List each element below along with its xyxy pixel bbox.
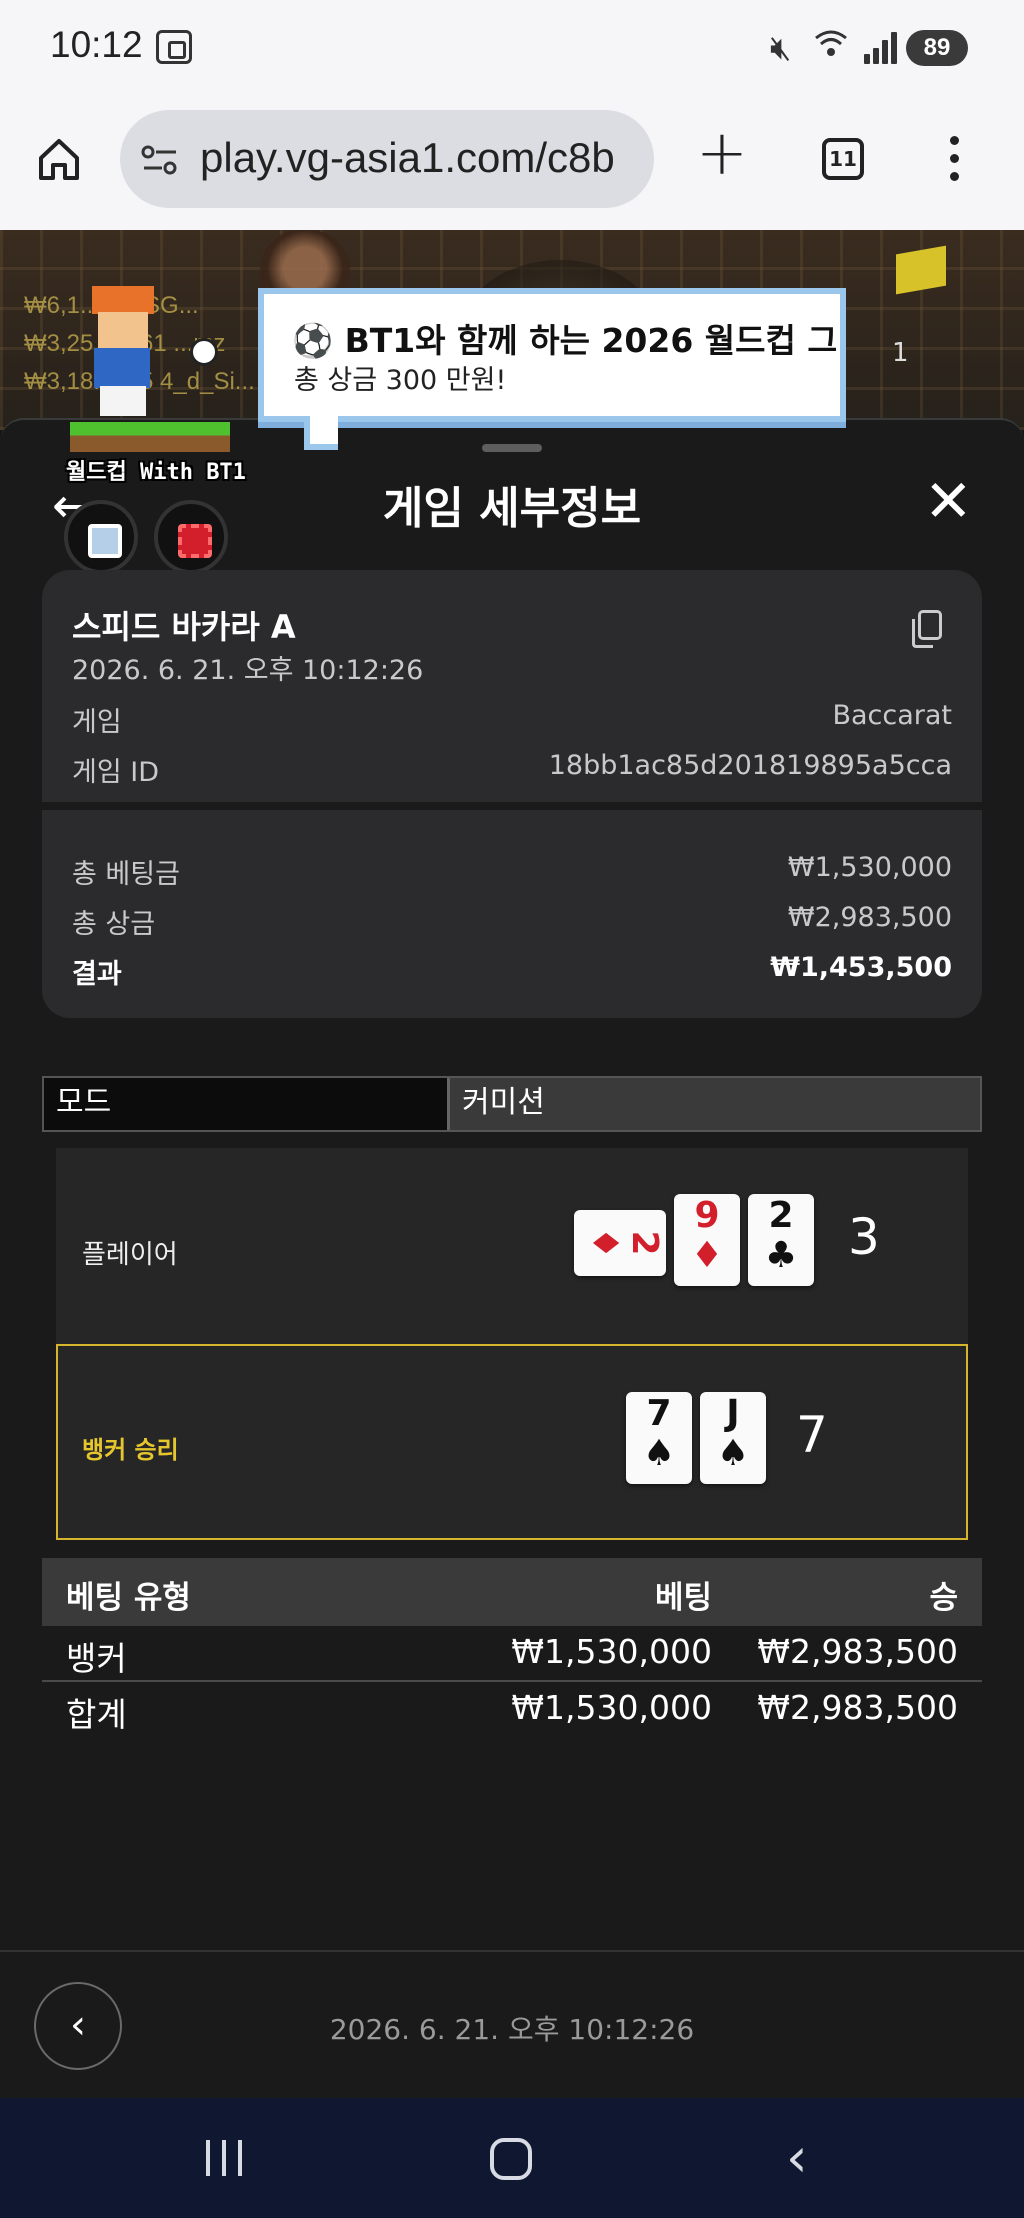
screenshot-icon [156,30,192,64]
playing-card: 2 ♦ [574,1210,666,1276]
site-settings-icon[interactable] [140,144,180,176]
banker-total: 7 [796,1406,828,1464]
recent-apps-icon[interactable] [206,2140,246,2176]
player-hand: 플레이어 2 ♦ 9 ♦ 2 ♣ 3 [56,1148,968,1344]
drag-handle[interactable] [482,444,542,452]
promo-subtitle: 총 상금 300 만원! [294,365,507,396]
chip-icon [154,500,228,574]
table-row: 뱅커 ₩1,530,000 ₩2,983,500 [42,1626,982,1682]
tab-mode[interactable]: 모드 [44,1078,450,1130]
mode-tabs: 모드 커미션 [42,1076,982,1132]
game-info-card: 스피드 바카라 A 2026. 6. 21. 오후 10:12:26 게임 Ba… [42,570,982,1018]
soccer-ball-icon [190,338,218,366]
copy-icon[interactable] [912,610,942,648]
url-text: play.vg-asia1.com/c8b [200,134,615,181]
player-label: 플레이어 [82,1240,178,1270]
promo-title: ⚽ BT1와 함께 하는 2026 월드컵 그... [292,321,836,360]
promo-banner[interactable]: ⚽ BT1와 함께 하는 2026 월드컵 그... 총 상금 300 만원! [258,288,846,450]
back-icon[interactable]: ‹ [786,2126,808,2189]
close-icon[interactable]: ✕ [924,472,973,530]
banker-hand: 뱅커 승리 7 ♠ J ♠ 7 [56,1344,968,1540]
mute-icon: 🔇︎ [770,28,792,68]
signal-icon [864,32,898,64]
worldcup-character-icon[interactable]: 월드컵 With BT1 [66,282,246,492]
tab-commission[interactable]: 커미션 [450,1078,980,1130]
character-caption: 월드컵 With BT1 [66,460,246,485]
browser-toolbar: play.vg-asia1.com/c8b + 11 [0,96,1024,230]
home-button-icon[interactable] [490,2138,532,2180]
playing-card: 2 ♣ [748,1194,814,1286]
table-row-total: 합계 ₩1,530,000 ₩2,983,500 [66,1688,958,1734]
playing-card: 7 ♠ [626,1392,692,1484]
status-bar: 10:12 🔇︎ 89 [0,0,1024,96]
banker-win-label: 뱅커 승리 [82,1436,179,1464]
game-datetime: 2026. 6. 21. 오후 10:12:26 [72,655,424,686]
playing-card: 9 ♦ [674,1194,740,1286]
home-icon[interactable] [36,136,82,182]
more-menu-icon[interactable] [950,136,960,186]
game-details-sheet: ← 게임 세부정보 ✕ 스피드 바카라 A 2026. 6. 21. 오후 10… [0,418,1024,2100]
address-bar[interactable]: play.vg-asia1.com/c8b [120,110,654,208]
battery-indicator: 89 [906,30,968,66]
sheet-footer: ‹ 2026. 6. 21. 오후 10:12:26 [0,1950,1024,2100]
tab-switcher-button[interactable]: 11 [822,138,864,180]
player-count: 1 [892,338,909,368]
wifi-icon [814,26,848,69]
bets-table: 베팅 유형 베팅 승 뱅커 ₩1,530,000 ₩2,983,500 합계 ₩… [42,1558,982,1738]
game-name: 스피드 바카라 A [72,608,296,646]
table-header: 베팅 유형 베팅 승 [42,1558,982,1626]
chip-icon [64,500,138,574]
system-navigation-bar: ‹ [0,2098,1024,2218]
playing-card: J ♠ [700,1392,766,1484]
status-time: 10:12 [50,24,143,65]
player-total: 3 [848,1208,880,1266]
new-tab-icon[interactable]: + [696,116,748,189]
footer-datetime: 2026. 6. 21. 오후 10:12:26 [329,2013,695,2046]
